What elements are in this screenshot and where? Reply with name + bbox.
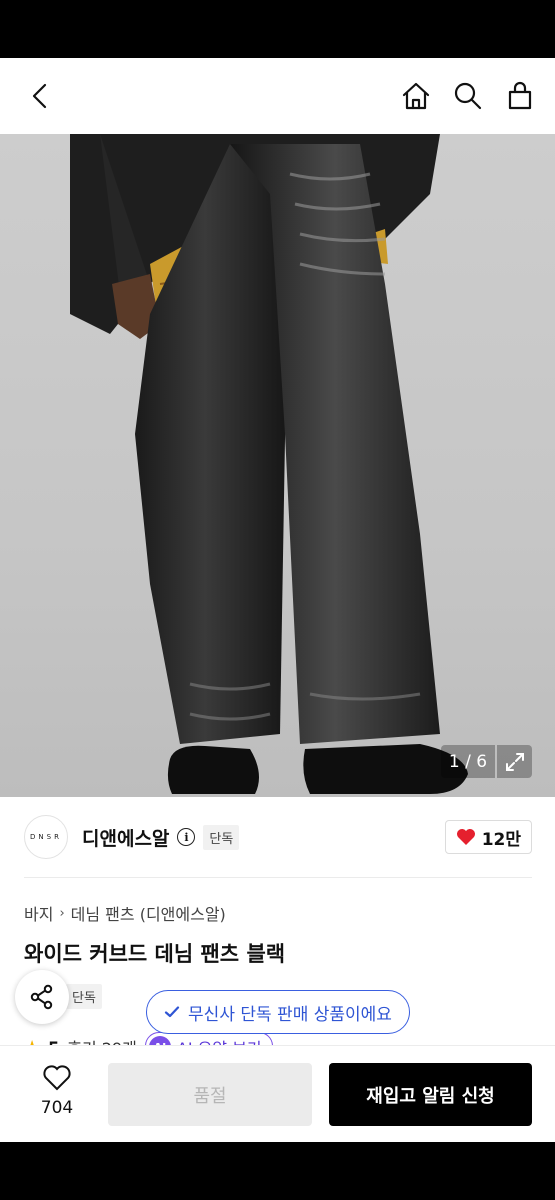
search-icon [454, 82, 482, 110]
rating-score: 5 [48, 1038, 59, 1046]
chevron-right-icon: › [59, 905, 65, 921]
share-button[interactable] [15, 970, 69, 1024]
back-button[interactable] [24, 79, 58, 113]
heart-outline-icon [43, 1065, 71, 1091]
cart-button[interactable] [503, 79, 537, 113]
expand-image-button[interactable] [497, 745, 532, 778]
image-counter: 1 / 6 [441, 745, 495, 778]
home-icon [402, 82, 430, 110]
restock-alert-button[interactable]: 재입고 알림 신청 [329, 1063, 532, 1126]
product-image[interactable] [0, 134, 555, 797]
header-actions [399, 79, 537, 113]
brand-row: DNSR 디앤에스알 i 단독 12만 [24, 815, 532, 859]
shopping-bag-icon [508, 81, 532, 110]
brand-logo[interactable]: DNSR [24, 815, 68, 859]
status-bar [0, 0, 555, 58]
home-button[interactable] [399, 79, 433, 113]
wishlist-count: 704 [40, 1098, 74, 1118]
star-icon: ★ [24, 1037, 40, 1046]
product-title: 와이드 커브드 데님 팬츠 블랙 [24, 942, 286, 966]
soldout-button: 품절 [108, 1063, 312, 1126]
app-header [0, 58, 555, 134]
review-count-link[interactable]: 후기 29개 [67, 1035, 137, 1045]
wishlist-button[interactable]: 704 [30, 1064, 84, 1124]
search-button[interactable] [451, 79, 485, 113]
product-photo-illustration [70, 134, 468, 794]
brand-name[interactable]: 디앤에스알 [82, 824, 169, 851]
check-icon [164, 1006, 180, 1018]
breadcrumb-subcategory[interactable]: 데님 팬츠 (디앤에스알) [71, 901, 226, 925]
expand-icon [505, 752, 524, 771]
breadcrumb-category[interactable]: 바지 [24, 901, 53, 925]
ai-badge: AI [148, 1036, 171, 1045]
info-icon[interactable]: i [177, 828, 196, 846]
divider [24, 877, 532, 878]
exclusive-toast: 무신사 단독 판매 상품이에요 [146, 990, 410, 1034]
brand-like-count: 12만 [481, 829, 521, 850]
chevron-left-icon [32, 83, 47, 109]
toast-text: 무신사 단독 판매 상품이에요 [188, 1004, 392, 1025]
exclusive-badge-secondary: 단독 [66, 984, 102, 1009]
share-icon [30, 984, 53, 1010]
ai-summary-label: AI 요약 보기 [177, 1035, 262, 1045]
heart-filled-icon [456, 829, 475, 845]
exclusive-badge: 단독 [203, 824, 240, 850]
product-info: DNSR 디앤에스알 i 단독 12만 바지 › 데님 팬츠 (디앤에스알) 와… [0, 797, 555, 1045]
brand-like-button[interactable]: 12만 [444, 820, 532, 854]
breadcrumb: 바지 › 데님 팬츠 (디앤에스알) [24, 901, 226, 925]
purchase-bar: 704 품절 재입고 알림 신청 [0, 1045, 555, 1142]
system-nav-bar [0, 1142, 555, 1200]
